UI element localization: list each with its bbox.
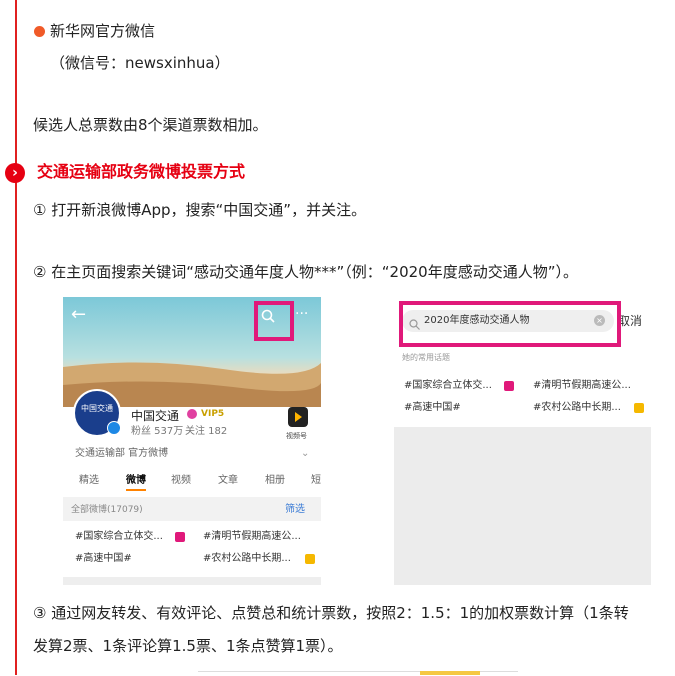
filter-button[interactable]: 筛选 <box>285 503 305 517</box>
tab-featured[interactable]: 精选 <box>79 474 99 488</box>
next-image-accent <box>420 671 480 675</box>
step-1-text: ① 打开新浪微博App，搜索“中国交通”，并关注。 <box>33 201 367 219</box>
tab-weibo[interactable]: 微博 <box>126 474 146 488</box>
all-weibo-count: 全部微博(17079) <box>71 505 143 515</box>
profile-screenshot: ← ··· 中国交通 中国交通 VIP5 粉丝 537万 关注 182 视频号 … <box>63 297 321 585</box>
source-name: 新华网官方微信 <box>50 22 156 40</box>
tab-articles[interactable]: 文章 <box>218 474 238 488</box>
total-rule-text: 候选人总票数由8个渠道票数相加。 <box>33 116 268 134</box>
chevron-down-icon[interactable]: ⌄ <box>301 447 309 461</box>
vip-badge: VIP5 <box>201 409 225 419</box>
section-bullet-icon: › <box>5 163 25 183</box>
query-highlight-box <box>399 301 621 347</box>
hot-badge-icon <box>634 403 644 413</box>
tab-video[interactable]: 视频 <box>171 474 191 488</box>
topic-item[interactable]: #清明节假期高速公... <box>203 530 301 544</box>
left-accent-line <box>15 0 17 675</box>
tab-more[interactable]: 短 <box>311 474 321 488</box>
topic-item[interactable]: #清明节假期高速公... <box>533 379 631 393</box>
gender-icon <box>187 409 197 419</box>
followers-count[interactable]: 粉丝 537万 <box>131 425 183 439</box>
empty-gray-area <box>394 427 651 585</box>
topic-item[interactable]: #高速中国# <box>404 401 461 415</box>
step-3-text-line-1: ③ 通过网友转发、有效评论、点赞总和统计票数，按照2：1.5：1的加权票数计算（… <box>33 604 629 622</box>
hot-badge-icon <box>305 554 315 564</box>
source-id: （微信号：newsxinhua） <box>50 54 230 72</box>
avatar-logo-text: 中国交通 <box>81 404 113 413</box>
new-badge-icon <box>504 381 514 391</box>
video-channel-icon[interactable] <box>288 407 308 427</box>
step-3-text-line-2: 发算2票、1条评论算1.5票、1条点赞算1票）。 <box>33 637 343 655</box>
tab-albums[interactable]: 相册 <box>265 474 285 488</box>
following-count[interactable]: 关注 182 <box>185 425 227 439</box>
topic-item[interactable]: #农村公路中长期... <box>533 401 621 415</box>
topic-item[interactable]: #国家综合立体交... <box>75 530 163 544</box>
video-channel-label: 视频号 <box>286 432 307 440</box>
topic-item[interactable]: #农村公路中长期... <box>203 552 291 566</box>
common-topics-label: 她的常用话题 <box>402 353 450 362</box>
bullet-dot <box>34 26 45 37</box>
verified-badge-icon <box>107 421 121 435</box>
search-screenshot: 2020年度感动交通人物 × 取消 她的常用话题 #国家综合立体交... #清明… <box>394 297 651 585</box>
back-arrow-icon[interactable]: ← <box>71 305 86 325</box>
tab-active-indicator <box>126 489 146 491</box>
new-badge-icon <box>175 532 185 542</box>
topic-item[interactable]: #国家综合立体交... <box>404 379 492 393</box>
step-2-text: ② 在主页面搜索关键词“感动交通年度人物***”（例：“2020年度感动交通人物… <box>33 263 578 281</box>
more-icon[interactable]: ··· <box>295 306 308 322</box>
verified-description: 交通运输部 官方微博 <box>75 448 169 459</box>
account-name: 中国交通 <box>131 409 180 423</box>
topic-item[interactable]: #高速中国# <box>75 552 132 566</box>
bottom-strip <box>63 577 321 585</box>
cancel-button[interactable]: 取消 <box>618 312 642 329</box>
search-highlight-box <box>254 301 294 341</box>
section-heading: 交通运输部政务微博投票方式 <box>37 162 246 181</box>
